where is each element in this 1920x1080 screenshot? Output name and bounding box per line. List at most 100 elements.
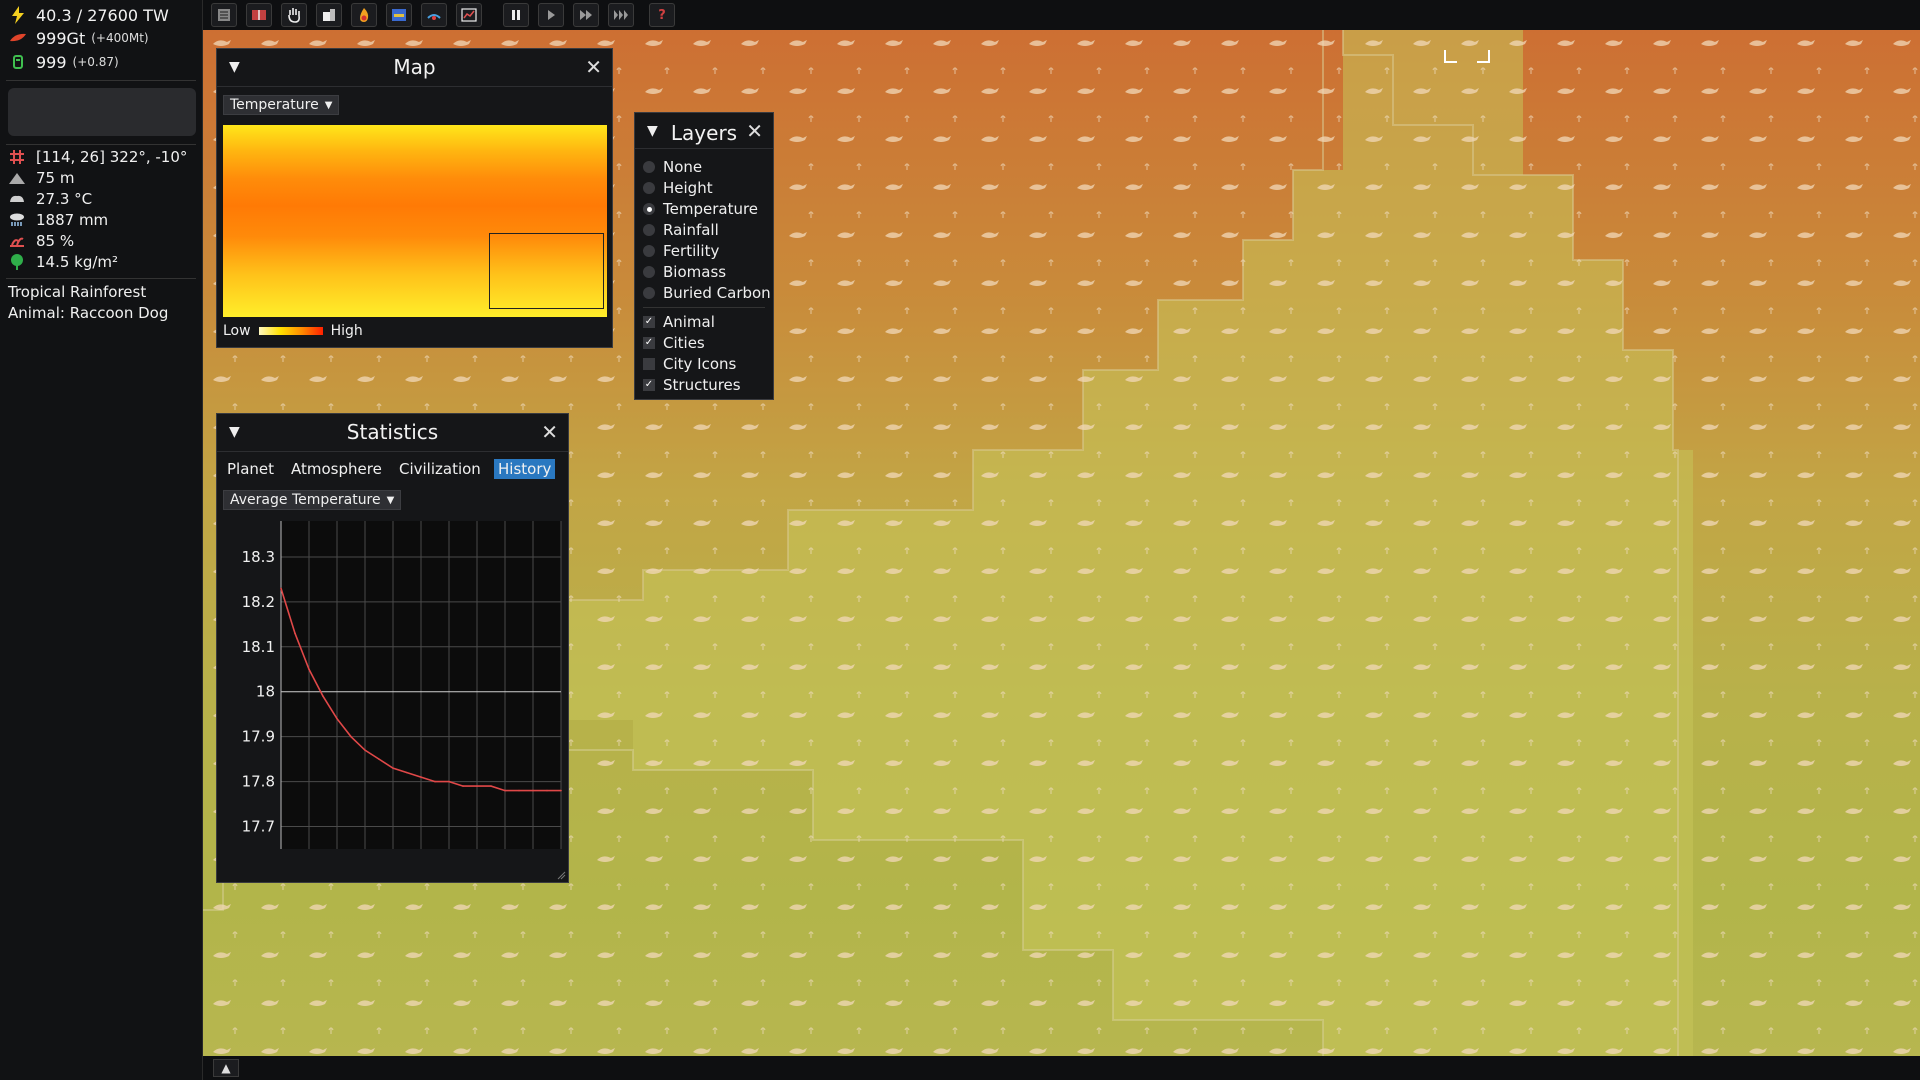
play-icon — [548, 10, 555, 20]
layer-radio-rainfall[interactable]: Rainfall — [643, 220, 719, 240]
close-icon[interactable]: ✕ — [541, 420, 558, 444]
tab-atmosphere[interactable]: Atmosphere — [287, 459, 386, 479]
radio-icon — [643, 224, 655, 236]
minimap[interactable] — [223, 125, 607, 317]
layer-label: Rainfall — [663, 221, 719, 239]
expand-button[interactable]: ▲ — [213, 1059, 239, 1077]
layer-label: Structures — [663, 376, 741, 394]
statistics-window-titlebar[interactable]: ▼ Statistics ✕ — [217, 414, 568, 452]
grid-icon — [8, 149, 26, 165]
data-point — [448, 780, 450, 783]
checkbox-icon — [643, 358, 655, 370]
build-icon — [323, 9, 335, 21]
close-icon[interactable]: ✕ — [585, 55, 602, 79]
layer-radio-buried-carbon[interactable]: Buried Carbon — [643, 283, 771, 303]
layer-label: Buried Carbon — [663, 284, 771, 302]
layer-check-cities[interactable]: ✓ Cities — [643, 333, 705, 353]
data-point — [420, 776, 422, 778]
fastest-button[interactable] — [608, 3, 634, 27]
layer-radio-height[interactable]: Height — [643, 178, 713, 198]
pause-icon — [512, 10, 520, 20]
menu-icon — [218, 9, 230, 21]
layer-check-animal[interactable]: ✓ Animal — [643, 312, 715, 332]
layer-label: Biomass — [663, 263, 727, 281]
fastest-icon — [614, 10, 628, 20]
layer-label: Cities — [663, 334, 705, 352]
rainfall-row: 1887 mm — [8, 210, 108, 230]
data-point — [476, 785, 478, 787]
encyclopedia-icon — [252, 10, 266, 20]
data-point — [364, 749, 366, 751]
encyclopedia-button[interactable] — [246, 3, 272, 27]
chevron-down-icon: ▼ — [324, 99, 333, 111]
population-delta: (+0.87) — [72, 55, 119, 69]
map-layer-dropdown-value: Temperature — [230, 97, 319, 113]
radio-icon — [643, 203, 655, 215]
minimap-viewport[interactable] — [489, 233, 604, 309]
data-point — [294, 632, 296, 635]
data-point — [280, 587, 282, 590]
hand-button[interactable] — [281, 3, 307, 27]
terraform-icon — [427, 14, 441, 20]
layer-check-city-icons[interactable]: City Icons — [643, 354, 736, 374]
map-legend: Low High — [223, 323, 363, 339]
play-button[interactable] — [538, 3, 564, 27]
radio-icon — [643, 161, 655, 173]
data-point — [378, 758, 380, 760]
tile-temperature: 27.3 °C — [36, 190, 93, 208]
tree-icon — [8, 254, 26, 270]
legend-gradient — [258, 327, 323, 335]
resize-grip-icon[interactable] — [556, 870, 566, 880]
graph-button[interactable] — [456, 3, 482, 27]
history-chart: 18.3 18.2 18.1 18 17.9 17.8 17.7 — [242, 521, 562, 849]
terraform-button[interactable] — [421, 3, 447, 27]
layer-radio-fertility[interactable]: Fertility — [643, 241, 719, 261]
energy-row: 40.3 / 27600 TW — [8, 4, 169, 26]
tab-civilization[interactable]: Civilization — [395, 459, 485, 479]
pause-button[interactable] — [503, 3, 529, 27]
layer-radio-temperature[interactable]: Temperature — [643, 199, 758, 219]
carbon-delta: (+400Mt) — [91, 31, 149, 45]
animal-name: Animal: Raccoon Dog — [8, 304, 169, 322]
tab-history[interactable]: History — [494, 459, 556, 479]
tile-fertility: 85 % — [36, 232, 75, 250]
layer-label: Animal — [663, 313, 715, 331]
map-window-titlebar[interactable]: ▼ Map ✕ — [217, 49, 612, 87]
layer-radio-none[interactable]: None — [643, 157, 702, 177]
carbon-row: 999Gt (+400Mt) — [8, 27, 149, 49]
help-icon: ? — [658, 7, 666, 23]
fast-icon — [580, 10, 592, 20]
map-layer-dropdown[interactable]: Temperature ▼ — [223, 95, 340, 115]
layer-label: City Icons — [663, 355, 737, 373]
layer-radio-biomass[interactable]: Biomass — [643, 262, 726, 282]
data-point — [518, 789, 520, 792]
map-view-icon — [392, 9, 406, 21]
biomass-row: 14.5 kg/m² — [8, 252, 118, 272]
fire-button[interactable] — [351, 3, 377, 27]
energy-value: 40.3 / 27600 TW — [36, 5, 169, 25]
divider — [6, 80, 196, 81]
fast-button[interactable] — [573, 3, 599, 27]
data-point — [434, 780, 436, 783]
divider — [643, 307, 765, 308]
map-view-button[interactable] — [386, 3, 412, 27]
y-tick-label: 17.8 — [242, 773, 275, 791]
data-point — [504, 789, 506, 792]
stat-dropdown[interactable]: Average Temperature ▼ — [223, 490, 402, 510]
temperature-row: 27.3 °C — [8, 189, 92, 209]
close-icon[interactable]: ✕ — [746, 119, 763, 143]
layer-label: None — [663, 158, 703, 176]
tile-coords-row: [114, 26] 322°, -10° — [8, 147, 187, 167]
build-button[interactable] — [316, 3, 342, 27]
y-tick-label: 17.7 — [242, 818, 275, 836]
tab-planet[interactable]: Planet — [223, 459, 278, 479]
layers-window-titlebar[interactable]: ▼ Layers ✕ — [635, 113, 773, 149]
info-sidebar: 40.3 / 27600 TW 999Gt (+400Mt) 999 (+0.8… — [0, 0, 203, 1080]
menu-button[interactable] — [211, 3, 237, 27]
population-value: 999 — [36, 52, 67, 72]
help-button[interactable]: ? — [649, 3, 675, 27]
layer-check-structures[interactable]: ✓ Structures — [643, 375, 741, 395]
data-point — [532, 789, 534, 792]
checkbox-icon: ✓ — [643, 316, 655, 328]
y-tick-label: 17.9 — [242, 728, 275, 746]
